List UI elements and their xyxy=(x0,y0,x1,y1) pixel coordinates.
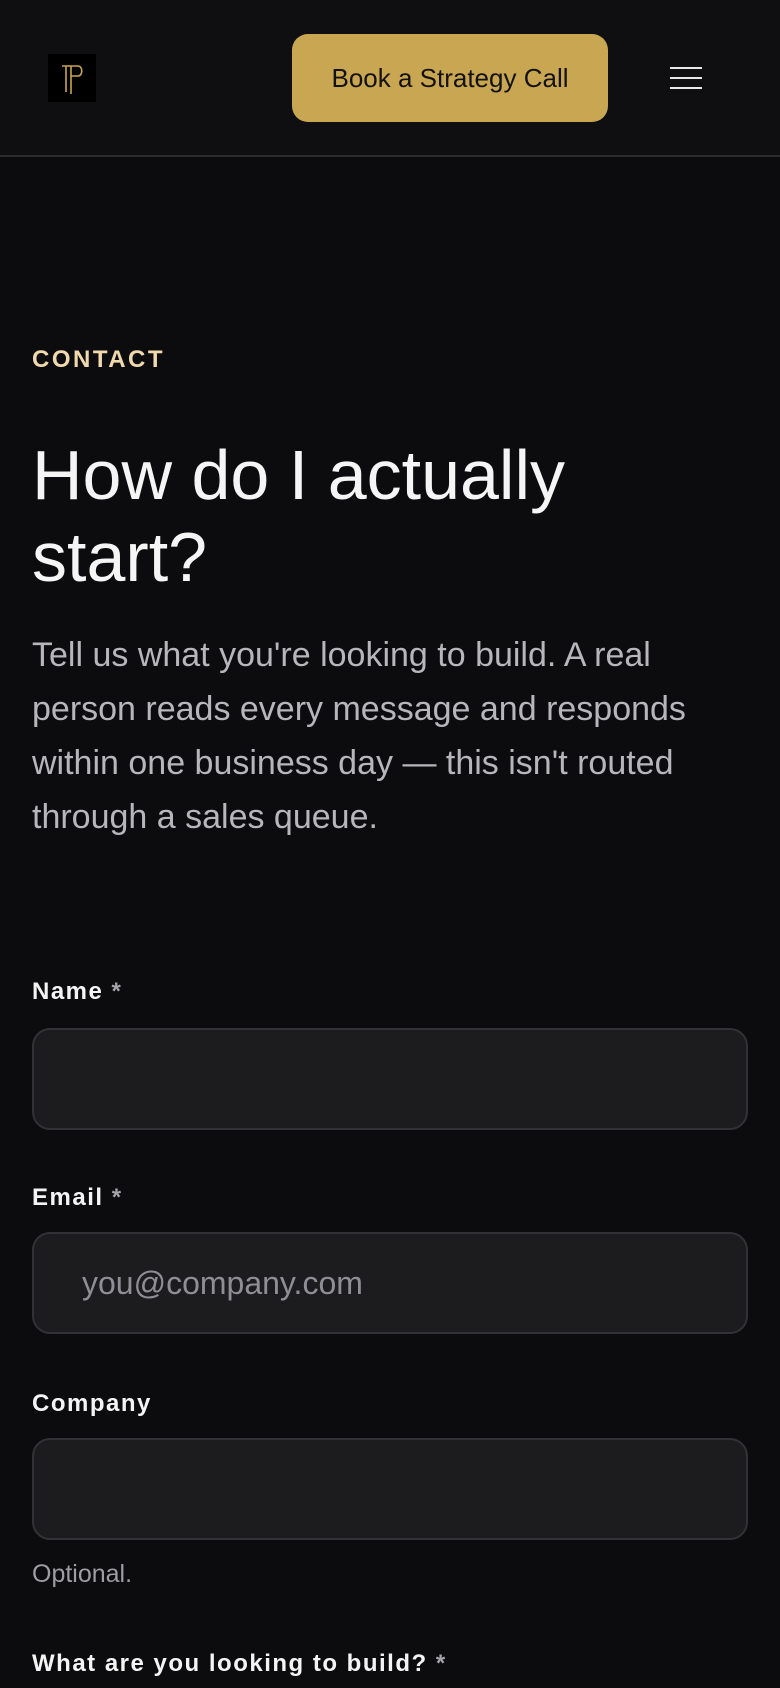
required-marker: * xyxy=(111,1184,123,1211)
required-marker: * xyxy=(435,1650,447,1677)
menu-button[interactable] xyxy=(664,58,708,98)
company-input[interactable] xyxy=(32,1438,748,1540)
name-input[interactable] xyxy=(32,1028,748,1130)
required-marker: * xyxy=(111,978,123,1005)
email-input[interactable] xyxy=(32,1232,748,1334)
section-intro: Tell us what you're looking to build. A … xyxy=(32,636,686,836)
build-label: What are you looking to build? * xyxy=(32,1650,447,1677)
company-label: Company xyxy=(32,1390,152,1417)
section-eyebrow: CONTACT xyxy=(32,346,166,373)
tp-monogram-logo-icon xyxy=(62,65,83,94)
name-label: Name * xyxy=(32,978,123,1005)
hamburger-menu-icon xyxy=(670,67,702,69)
page-title: How do I actually start? xyxy=(32,436,566,596)
book-strategy-call-button[interactable]: Book a Strategy Call xyxy=(292,34,608,122)
email-label: Email * xyxy=(32,1184,123,1211)
company-hint: Optional. xyxy=(32,1560,133,1588)
logo[interactable] xyxy=(48,54,96,102)
site-header: Book a Strategy Call xyxy=(0,0,780,157)
